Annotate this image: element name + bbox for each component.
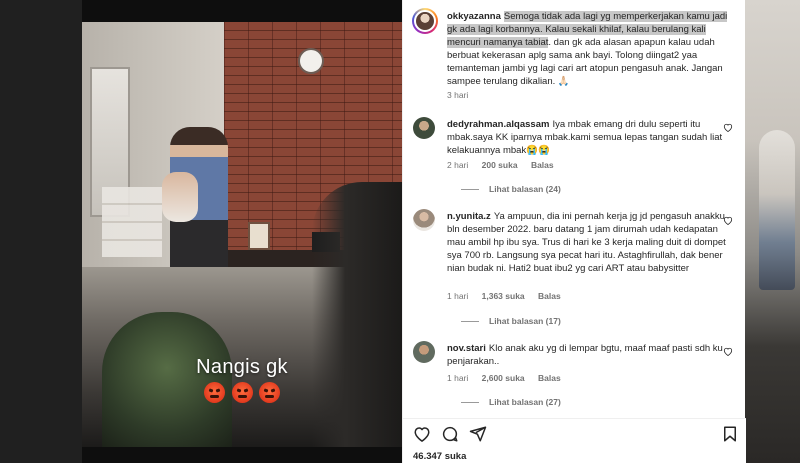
post-likes-count[interactable]: 46.347 suka bbox=[413, 451, 466, 462]
avatar[interactable] bbox=[413, 209, 435, 231]
heart-icon[interactable] bbox=[723, 123, 733, 132]
video-emoji-row bbox=[82, 382, 402, 408]
view-replies-button[interactable]: Lihat balasan (17) bbox=[461, 316, 561, 326]
comment-time: 1 hari bbox=[447, 291, 469, 301]
post-media[interactable]: Nangis gk bbox=[82, 0, 402, 463]
comments-scroll[interactable]: okkyazanna Semoga tidak ada lagi yg mempe… bbox=[403, 0, 746, 418]
heart-icon[interactable] bbox=[723, 347, 733, 356]
backdrop-figure bbox=[759, 130, 795, 290]
scene-clock bbox=[298, 48, 324, 74]
heart-icon[interactable] bbox=[413, 425, 431, 443]
comment-username[interactable]: dedyrahman.alqassam bbox=[447, 119, 549, 130]
comment-username[interactable]: nov.stari bbox=[447, 343, 486, 354]
comment-likes[interactable]: 1,363 suka bbox=[482, 291, 525, 301]
scene-plush-toy bbox=[102, 312, 232, 447]
view-replies-button[interactable]: Lihat balasan (24) bbox=[461, 184, 561, 194]
angry-face-icon bbox=[231, 382, 253, 403]
bookmark-icon[interactable] bbox=[721, 425, 739, 443]
reply-button[interactable]: Balas bbox=[538, 373, 561, 383]
angry-face-icon bbox=[258, 382, 280, 403]
comment-likes[interactable]: 2,600 suka bbox=[482, 373, 525, 383]
share-icon[interactable] bbox=[469, 425, 487, 443]
comment-likes[interactable]: 200 suka bbox=[482, 160, 518, 170]
caption-time: 3 hari bbox=[447, 90, 469, 100]
comment-time: 1 hari bbox=[447, 373, 469, 383]
reply-button[interactable]: Balas bbox=[531, 160, 554, 170]
comments-panel: okkyazanna Semoga tidak ada lagi yg mempe… bbox=[402, 0, 746, 463]
scene-shelf bbox=[102, 187, 162, 257]
backdrop-right bbox=[745, 0, 800, 463]
scene-baby bbox=[162, 172, 198, 222]
comment-text: Klo anak aku yg di lempar bgtu, maaf maa… bbox=[447, 343, 723, 367]
backdrop-left bbox=[0, 0, 82, 463]
video-caption: Nangis gk bbox=[196, 356, 288, 378]
comment-username[interactable]: n.yunita.z bbox=[447, 211, 491, 222]
reply-button[interactable]: Balas bbox=[538, 291, 561, 301]
action-bar: 46.347 suka bbox=[403, 418, 746, 463]
heart-icon[interactable] bbox=[723, 216, 733, 225]
angry-face-icon bbox=[204, 382, 226, 403]
avatar[interactable] bbox=[413, 341, 435, 363]
comment-icon[interactable] bbox=[441, 425, 459, 443]
comment-time: 2 hari bbox=[447, 160, 469, 170]
avatar[interactable] bbox=[413, 117, 435, 139]
view-replies-button[interactable]: Lihat balasan (27) bbox=[461, 397, 561, 407]
caption-username[interactable]: okkyazanna bbox=[447, 11, 501, 22]
avatar[interactable] bbox=[412, 8, 438, 34]
scene-photo-frame bbox=[248, 222, 270, 250]
